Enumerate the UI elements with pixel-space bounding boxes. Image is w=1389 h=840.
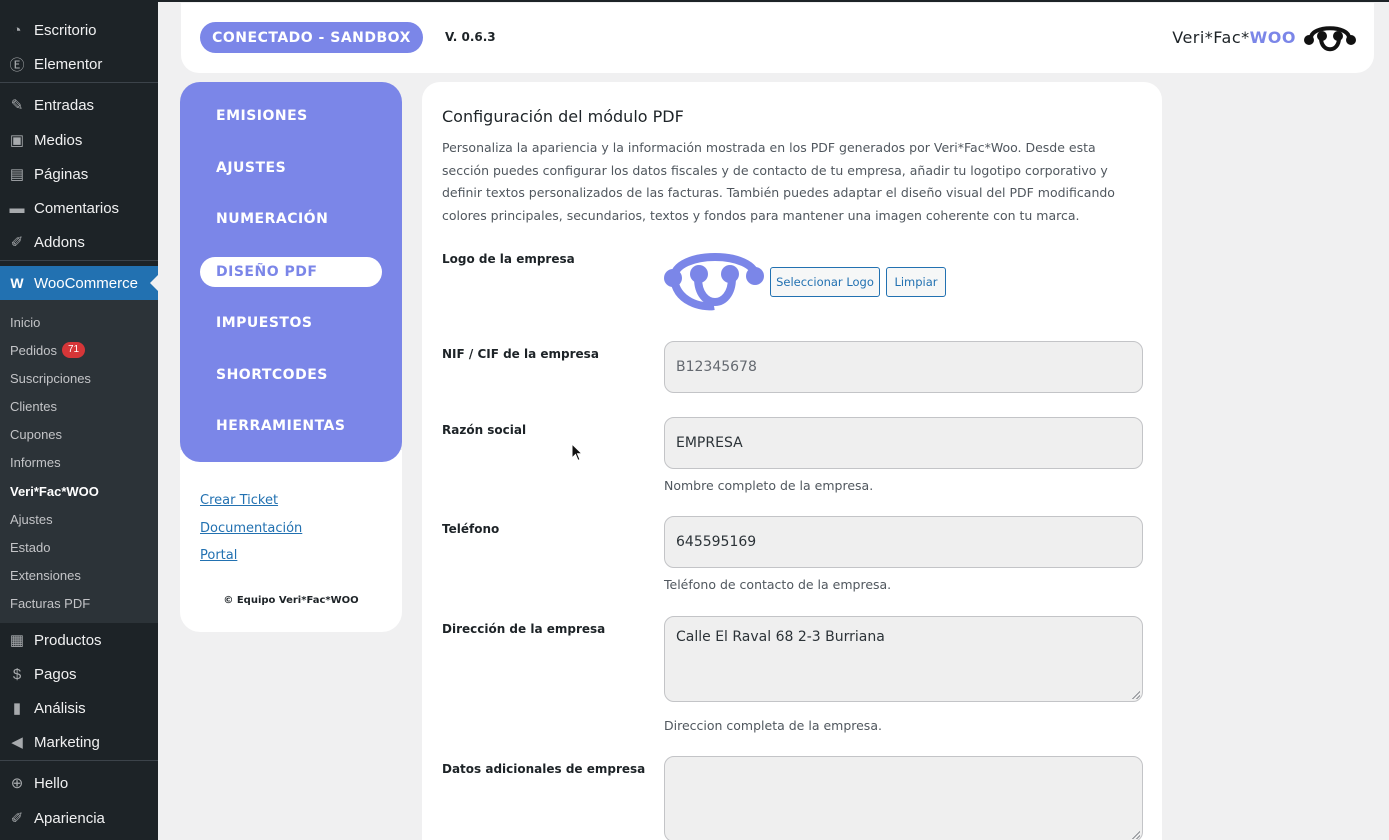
addons-icon: ✐ [10, 234, 24, 251]
menu-productos[interactable]: ▦ Productos [0, 623, 158, 657]
menu-marketing[interactable]: ◀ Marketing [0, 725, 158, 759]
products-icon: ▦ [9, 632, 25, 649]
menu-separator [0, 82, 158, 83]
plus-circle-icon: ⊕ [10, 775, 24, 792]
menu-hello[interactable]: ⊕ Hello [0, 766, 158, 800]
nav-ajustes[interactable]: AJUSTES [200, 153, 382, 183]
brush-icon: ✐ [10, 810, 24, 827]
telefono-help: Teléfono de contacto de la empresa. [664, 577, 892, 592]
company-logo-preview [664, 253, 764, 311]
menu-separator [0, 260, 158, 261]
menu-paginas[interactable]: ▤ Páginas [0, 157, 158, 191]
select-logo-button[interactable]: Seleccionar Logo [770, 267, 880, 297]
documentation-link[interactable]: Documentación [200, 521, 302, 536]
menu-elementor[interactable]: Ⓔ Elementor [0, 47, 158, 81]
datos-adicionales-textarea[interactable] [664, 756, 1143, 840]
menu-escritorio[interactable]: ◔ Escritorio [0, 13, 158, 47]
nif-label: NIF / CIF de la empresa [442, 347, 599, 361]
nav-diseno-pdf[interactable]: DISEÑO PDF [200, 257, 382, 287]
dashboard-icon: ◔ [12, 21, 22, 39]
nav-numeracion[interactable]: NUMERACIÓN [200, 204, 382, 234]
clear-logo-button[interactable]: Limpiar [886, 267, 946, 297]
submenu-pedidos[interactable]: Pedidos 71 [10, 336, 86, 364]
razon-social-input[interactable]: EMPRESA [664, 417, 1143, 469]
payments-icon: $ [12, 665, 22, 683]
brand-name: Veri*Fac*WOO [1172, 28, 1296, 47]
elementor-icon: Ⓔ [9, 56, 25, 74]
submenu-verifacwoo[interactable]: Veri*Fac*WOO [10, 477, 99, 505]
menu-medios[interactable]: ▣ Medios [0, 123, 158, 157]
submenu-estado[interactable]: Estado [10, 533, 50, 561]
woocommerce-icon: W [10, 275, 24, 291]
submenu-facturas-pdf[interactable]: Facturas PDF [10, 589, 90, 617]
page-description: Personaliza la apariencia y la informaci… [442, 140, 1115, 223]
version-label: V. 0.6.3 [445, 30, 496, 44]
telefono-input[interactable]: 645595169 [664, 516, 1143, 568]
datos-adicionales-label: Datos adicionales de empresa [442, 762, 646, 776]
logo-label: Logo de la empresa [442, 252, 575, 266]
razon-social-label: Razón social [442, 423, 527, 437]
menu-separator [0, 760, 158, 761]
direccion-label: Dirección de la empresa [442, 622, 606, 636]
pin-icon: ✎ [10, 97, 24, 114]
submenu-informes[interactable]: Informes [10, 448, 61, 476]
direccion-help: Direccion completa de la empresa. [664, 718, 882, 733]
menu-entradas[interactable]: ✎ Entradas [0, 88, 158, 122]
comment-icon: ▬ [9, 199, 25, 217]
submenu-suscripciones[interactable]: Suscripciones [10, 364, 91, 392]
plugin-nav: EMISIONES AJUSTES NUMERACIÓN DISEÑO PDF … [180, 82, 402, 462]
submenu-cupones[interactable]: Cupones [10, 420, 62, 448]
page-title: Configuración del módulo PDF [442, 107, 684, 126]
connection-status-badge: CONECTADO - SANDBOX [200, 22, 423, 53]
telefono-label: Teléfono [442, 522, 500, 536]
top-border [158, 0, 1389, 2]
plugin-header: CONECTADO - SANDBOX V. 0.6.3 Veri*Fac*WO… [181, 3, 1374, 73]
nav-shortcodes[interactable]: SHORTCODES [200, 360, 382, 390]
analytics-icon: ▮ [12, 700, 22, 717]
orders-count-badge: 71 [61, 342, 86, 358]
woocommerce-submenu: Inicio Pedidos 71 Suscripciones Clientes … [0, 300, 158, 623]
brand-logo-icon [1304, 26, 1356, 52]
page-icon: ▤ [9, 166, 25, 183]
razon-social-help: Nombre completo de la empresa. [664, 478, 874, 493]
direccion-textarea[interactable]: Calle El Raval 68 2-3 Burriana [664, 616, 1143, 702]
create-ticket-link[interactable]: Crear Ticket [200, 493, 278, 508]
submenu-clientes[interactable]: Clientes [10, 392, 57, 420]
nav-emisiones[interactable]: EMISIONES [200, 101, 382, 131]
menu-comentarios[interactable]: ▬ Comentarios [0, 191, 158, 225]
menu-woocommerce[interactable]: W WooCommerce [0, 266, 158, 300]
wp-admin-sidebar: ◔ Escritorio Ⓔ Elementor ✎ Entradas ▣ Medios… [0, 0, 158, 840]
menu-apariencia[interactable]: ✐ Apariencia [0, 801, 158, 835]
nav-herramientas[interactable]: HERRAMIENTAS [200, 411, 382, 441]
portal-link[interactable]: Portal [200, 548, 237, 563]
menu-pagos[interactable]: $ Pagos [0, 657, 158, 691]
mouse-cursor-icon [571, 443, 583, 462]
submenu-inicio[interactable]: Inicio [10, 308, 40, 336]
menu-analisis[interactable]: ▮ Análisis [0, 691, 158, 725]
pdf-settings-panel: Configuración del módulo PDF Personaliza… [422, 82, 1162, 840]
nav-impuestos[interactable]: IMPUESTOS [200, 308, 382, 338]
media-icon: ▣ [9, 132, 25, 149]
megaphone-icon: ◀ [11, 734, 23, 751]
submenu-extensiones[interactable]: Extensiones [10, 561, 81, 589]
submenu-ajustes[interactable]: Ajustes [10, 505, 53, 533]
menu-addons[interactable]: ✐ Addons [0, 225, 158, 259]
nav-footer: Crear Ticket Documentación Portal © Equi… [180, 450, 402, 632]
copyright-text: © Equipo Veri*Fac*WOO [223, 595, 359, 606]
nif-input[interactable]: B12345678 [664, 341, 1143, 393]
current-menu-arrow [150, 275, 158, 291]
